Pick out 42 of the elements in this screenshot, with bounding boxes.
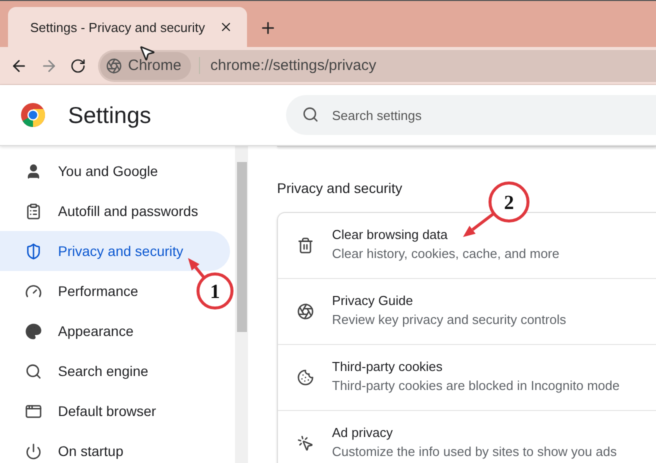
row-title[interactable]: Ad privacy	[332, 424, 617, 440]
clipboard-icon	[25, 202, 42, 220]
row-subtitle: Clear history, cookies, cache, and more	[332, 246, 560, 260]
search-icon	[25, 362, 42, 380]
sidebar-item[interactable]: On startup	[0, 431, 134, 463]
sidebar-item[interactable]: Performance	[0, 271, 148, 311]
pointer-click-icon	[296, 435, 314, 452]
search-icon	[302, 106, 319, 123]
row-title[interactable]: Third-party cookies	[332, 358, 620, 374]
sidebar-item[interactable]: Search engine	[0, 351, 158, 391]
power-icon	[25, 442, 42, 460]
row-title[interactable]: Privacy Guide	[332, 292, 566, 308]
plus-icon	[259, 19, 277, 37]
site-chip[interactable]: Chrome	[100, 52, 192, 80]
callout-annotation: 2	[460, 180, 532, 240]
address-bar[interactable]: Chrome chrome://settings/privacy	[98, 50, 656, 82]
scrollbar[interactable]	[235, 146, 248, 463]
sidebar-item[interactable]: Default browser	[0, 391, 166, 431]
row-subtitle: Customize the info used by sites to show you ads	[332, 444, 617, 458]
sidebar-item[interactable]: You and Google	[0, 151, 168, 191]
page-title: Settings	[68, 102, 152, 128]
row-subtitle: Review key privacy and security controls	[332, 312, 566, 326]
sidebar-item[interactable]: Appearance	[0, 311, 144, 351]
gauge-icon	[25, 282, 42, 300]
person-icon	[25, 162, 42, 180]
tab-title: Settings - Privacy and security	[30, 20, 205, 34]
sidebar-item[interactable]: Autofill and passwords	[0, 191, 208, 231]
search-field[interactable]: Search settings	[286, 95, 656, 135]
url-text: chrome://settings/privacy	[199, 57, 376, 74]
trash-icon	[296, 237, 314, 254]
aperture-icon	[296, 303, 314, 320]
row-subtitle: Third-party cookies are blocked in Incognito mode	[332, 378, 620, 392]
cookie-icon	[296, 369, 314, 386]
section-title: Privacy and security	[277, 180, 404, 196]
aperture-icon	[106, 58, 122, 74]
browser-logo	[20, 102, 46, 128]
browser-tab[interactable]: Settings - Privacy and security	[8, 7, 247, 47]
shield-icon	[25, 242, 42, 260]
reload-icon	[70, 58, 86, 74]
close-icon	[219, 20, 233, 34]
window-icon	[25, 402, 42, 420]
palette-icon	[25, 322, 42, 340]
